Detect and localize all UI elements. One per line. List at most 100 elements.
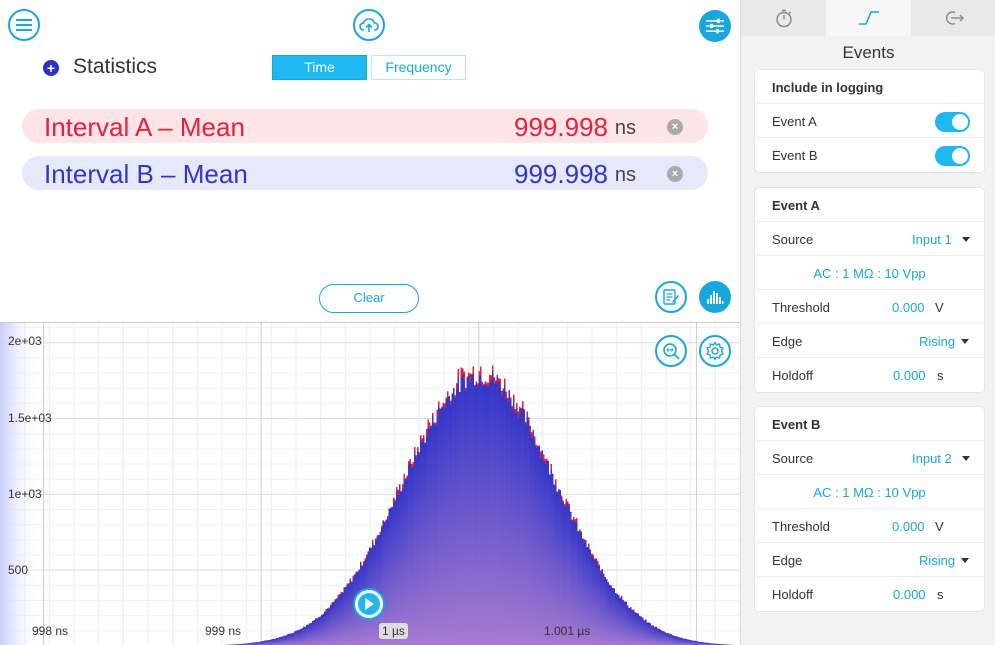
clear-button[interactable]: Clear	[319, 284, 419, 313]
remove-interval-a-icon[interactable]: ×	[667, 119, 683, 135]
histogram-bar-b	[537, 446, 539, 645]
logging-event-a-toggle[interactable]	[935, 112, 970, 132]
event-b-threshold-input[interactable]: 0.000	[892, 519, 925, 534]
histogram-bar-b	[292, 632, 294, 645]
remove-interval-b-icon[interactable]: ×	[667, 166, 683, 182]
histogram-bar-b	[609, 585, 611, 645]
histogram-bar-b	[556, 491, 558, 645]
histogram-bar-b	[270, 639, 272, 645]
histogram-bar-b	[399, 486, 401, 645]
event-a-holdoff-input[interactable]: 0.000	[893, 368, 926, 383]
histogram-bar-b	[619, 598, 621, 645]
histogram-bar-b	[624, 601, 626, 645]
export-icon	[945, 11, 964, 25]
notes-button[interactable]	[655, 281, 687, 313]
interval-a-value: 999.998	[514, 112, 608, 142]
histogram-bar-b	[352, 577, 354, 645]
play-button[interactable]	[353, 588, 385, 620]
zoom-button[interactable]	[655, 335, 687, 367]
histogram-bar-b	[330, 605, 332, 645]
event-b-source-select[interactable]: Input 2	[912, 451, 952, 466]
histogram-bar-b	[495, 382, 497, 645]
y-tick-label: 1.5e+03	[8, 411, 52, 425]
histogram-bar-b	[639, 616, 641, 645]
tab-events[interactable]	[826, 0, 911, 36]
event-b-holdoff-input[interactable]: 0.000	[893, 587, 926, 602]
histogram-bar-b	[505, 398, 507, 645]
histogram-bar-b	[498, 382, 500, 645]
histogram-bar-b	[423, 437, 425, 645]
interval-b-label: Interval B – Mean	[44, 159, 248, 189]
histogram-bar-b	[640, 617, 642, 645]
zoom-search-icon	[663, 343, 680, 360]
menu-button[interactable]	[8, 9, 40, 41]
histogram-bar-b	[487, 386, 489, 645]
histogram-bar-b	[421, 442, 423, 645]
tab-time[interactable]: Time	[272, 55, 367, 80]
event-a-header: Event A	[772, 198, 820, 213]
histogram-bar-b	[610, 586, 612, 645]
histogram-bar-b	[325, 610, 327, 645]
histogram-bar-b	[522, 407, 524, 645]
histogram-bar-b	[483, 385, 485, 645]
tab-frequency[interactable]: Frequency	[371, 55, 466, 80]
add-statistic-icon[interactable]: +	[43, 60, 59, 76]
histogram-bar-b	[475, 384, 477, 645]
histogram-bar-b	[294, 631, 296, 645]
play-icon	[358, 593, 380, 615]
histogram-bar-b	[549, 474, 551, 645]
tab-timer[interactable]	[741, 0, 826, 36]
histogram-bar-b	[670, 634, 672, 645]
histogram-bar-b	[663, 631, 665, 645]
histogram-bar-b	[298, 629, 300, 645]
event-b-edge-select[interactable]: Rising	[919, 553, 955, 568]
event-b-holdoff-label: Holdoff	[772, 587, 813, 602]
histogram-bar-b	[655, 627, 657, 645]
logging-event-b-toggle[interactable]	[935, 146, 970, 166]
histogram-bar-b	[310, 623, 312, 645]
histogram-bar-b	[420, 440, 422, 645]
event-a-coupling[interactable]: AC : 1 MΩ : 10 Vpp	[755, 266, 984, 281]
histogram-bar-b	[466, 377, 468, 645]
event-a-source-select[interactable]: Input 1	[912, 232, 952, 247]
event-a-edge-select[interactable]: Rising	[919, 334, 955, 349]
histogram-bar-b	[291, 633, 293, 645]
histogram-bar-b	[426, 435, 428, 645]
chevron-down-icon	[962, 456, 970, 461]
event-a-threshold-label: Threshold	[772, 300, 830, 315]
histogram-bar-b	[507, 401, 509, 645]
histogram-bar-b	[300, 629, 302, 645]
settings-button[interactable]	[699, 10, 731, 42]
histogram-bar-b	[334, 599, 336, 645]
histogram-bar-b	[465, 390, 467, 645]
histogram-bar-b	[594, 559, 596, 645]
histogram-bar-b	[676, 636, 678, 645]
histogram-bar-b	[634, 612, 636, 645]
menu-icon	[16, 19, 32, 31]
event-b-source-label: Source	[772, 451, 814, 466]
histogram-bar-b	[690, 640, 692, 645]
histogram-bar-b	[450, 404, 452, 645]
event-a-threshold-input[interactable]: 0.000	[892, 300, 925, 315]
histogram-bar-b	[544, 463, 546, 645]
histogram-bar-b	[286, 634, 288, 645]
histogram-bar-b	[265, 640, 267, 645]
histogram-bar-b	[666, 633, 668, 645]
histogram-bar-b	[342, 592, 344, 645]
event-b-edge-label: Edge	[772, 553, 803, 568]
histogram-bar-b	[309, 623, 311, 645]
histogram-bar-b	[261, 641, 263, 645]
histogram-bar-b	[433, 424, 435, 645]
histogram-bar-b	[477, 385, 479, 645]
histogram-bar-b	[285, 635, 287, 645]
histogram-bar-b	[625, 602, 627, 645]
upload-button[interactable]	[353, 9, 385, 41]
chart-settings-button[interactable]	[699, 335, 731, 367]
histogram-bar-b	[474, 387, 476, 645]
histogram-view-button[interactable]	[699, 281, 731, 313]
histogram-chart[interactable]: 2e+03 1.5e+03 1e+03 500 998 ns 999 ns 1 …	[0, 322, 740, 645]
histogram-bar-b	[499, 386, 501, 645]
event-b-coupling[interactable]: AC : 1 MΩ : 10 Vpp	[755, 485, 984, 500]
tab-export[interactable]	[911, 0, 995, 36]
histogram-bar-b	[519, 412, 521, 645]
